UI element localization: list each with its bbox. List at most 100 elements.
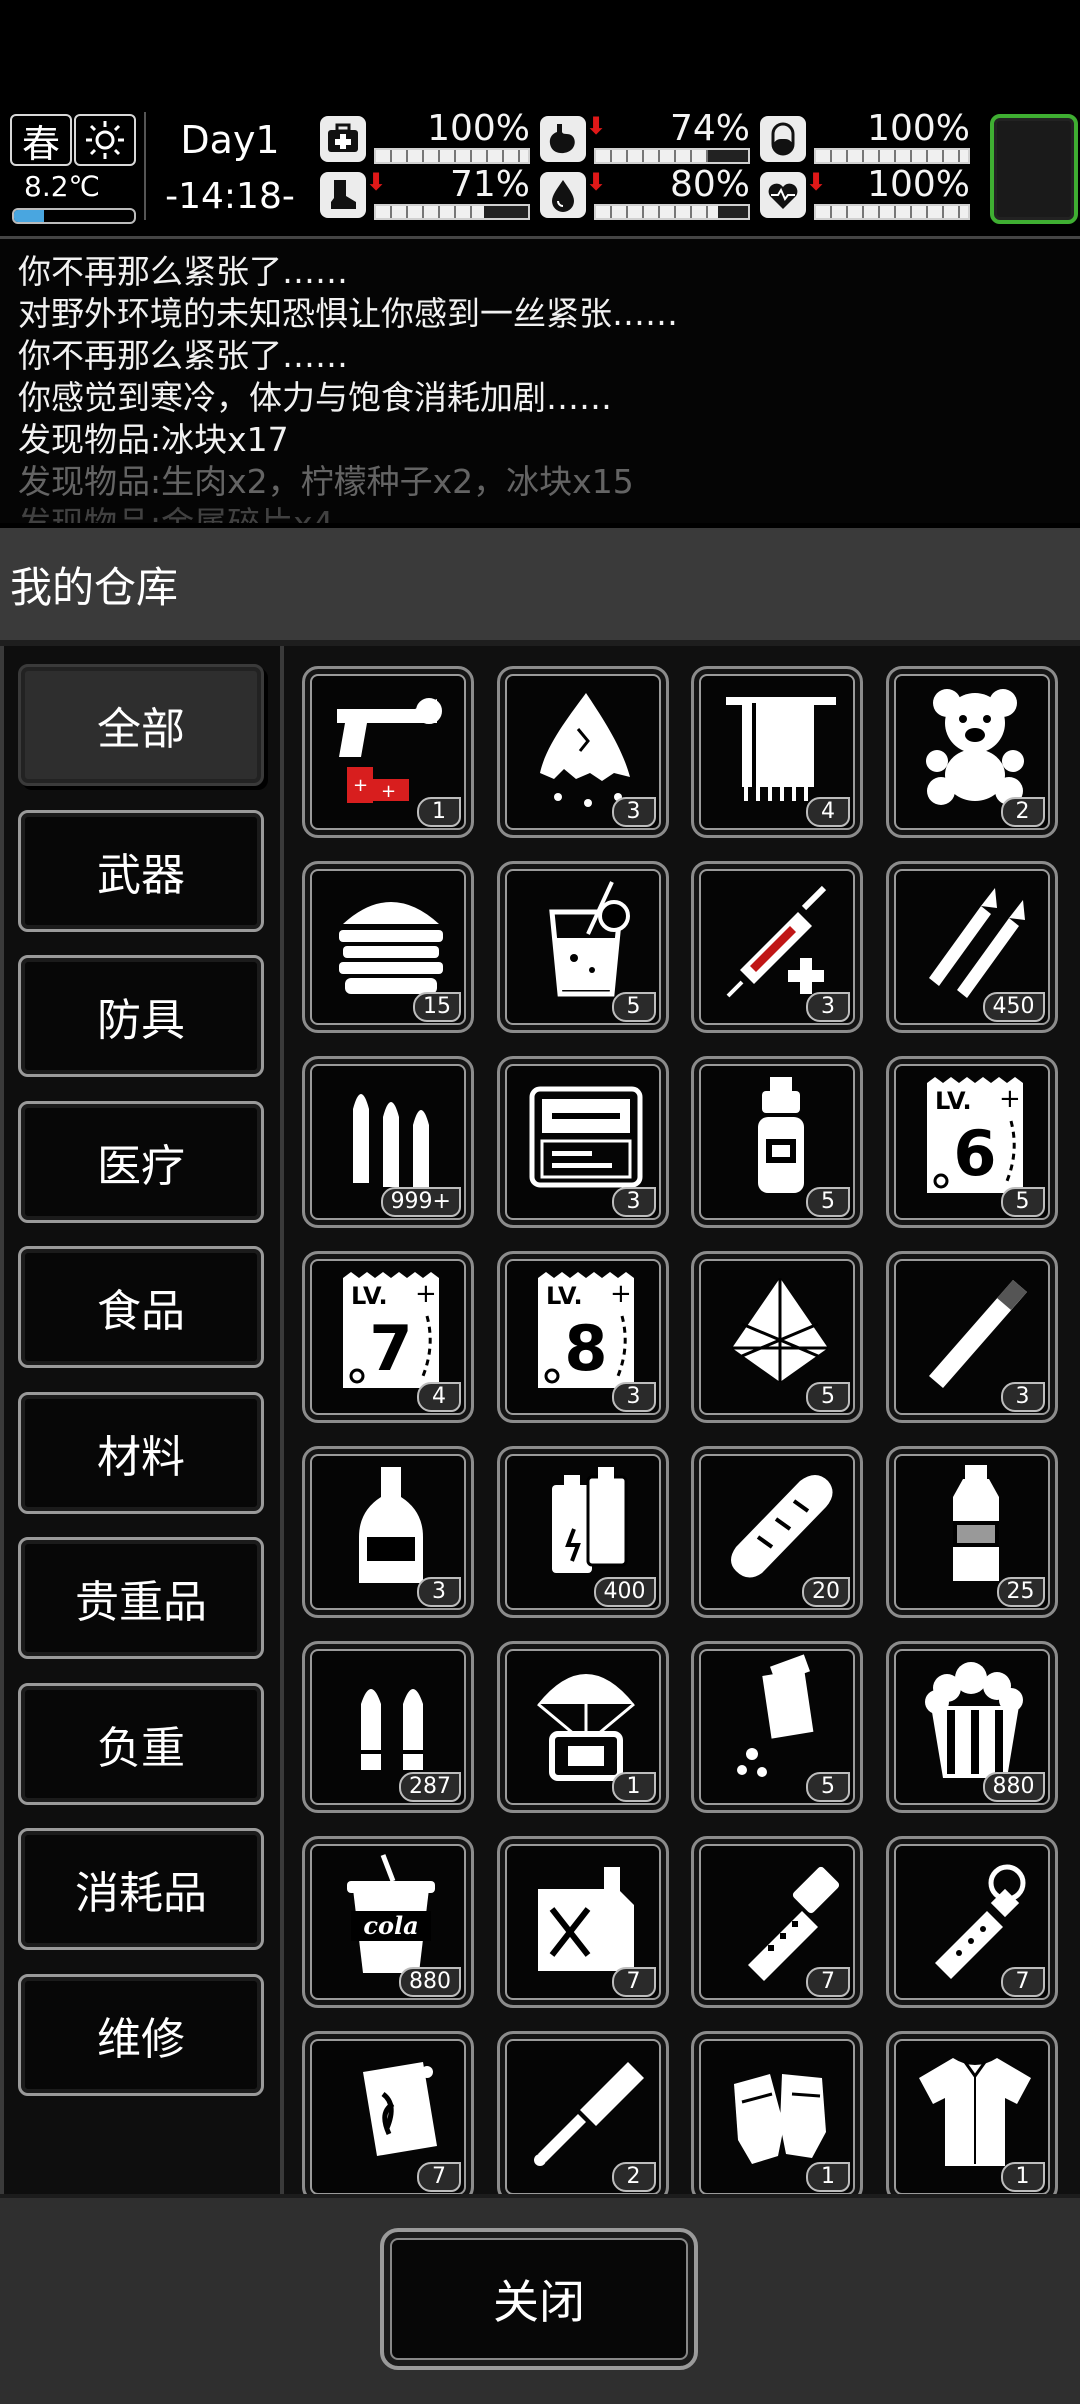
item-count: 3 bbox=[611, 797, 656, 827]
rag-cloth-icon bbox=[539, 693, 630, 807]
item-count: 5 bbox=[611, 992, 656, 1022]
inventory-slot[interactable]: 1 bbox=[691, 2031, 863, 2194]
event-log: 你不再那么紧张了…… 对野外环境的未知恐惧让你感到一丝紧张…… 你不再那么紧张了……… bbox=[0, 236, 1080, 523]
inventory-slot[interactable]: 400 bbox=[496, 1446, 669, 1618]
inventory-slot[interactable]: LV. +6 5 bbox=[885, 1056, 1058, 1228]
lemonade-icon bbox=[548, 881, 630, 997]
inventory-slot[interactable]: 1 bbox=[885, 2031, 1058, 2194]
category-tab[interactable]: 材料 bbox=[18, 1391, 264, 1514]
inventory-slot[interactable]: 15 bbox=[302, 861, 474, 1033]
pill-bottle-icon bbox=[737, 1654, 814, 1777]
stat-fill bbox=[376, 150, 528, 162]
inventory-slot[interactable]: 287 bbox=[302, 1641, 474, 1813]
inventory-slot[interactable]: 7 bbox=[691, 1836, 863, 2008]
towel-icon bbox=[726, 697, 836, 801]
category-tab[interactable]: 贵重品 bbox=[18, 1537, 264, 1659]
status-bar: 春 8.2℃ Day1 -14:18- 100% ⬇ 74% 100% ⬇ 71% ⬇ 80%… bbox=[0, 108, 1080, 226]
equipment-slot[interactable] bbox=[990, 114, 1078, 224]
inventory-slot[interactable]: + +1 bbox=[302, 666, 474, 838]
stat-spirit: ⬇ 100% bbox=[760, 164, 970, 222]
item-count: 450 bbox=[982, 992, 1045, 1022]
svg-text:LV.: LV. bbox=[546, 1282, 583, 1310]
inventory-slot[interactable]: 7 bbox=[885, 1836, 1058, 2008]
spray-bottle-icon bbox=[758, 1077, 804, 1193]
inventory-slot[interactable]: 3 bbox=[496, 1056, 669, 1228]
log-line: 你不再那么紧张了…… bbox=[18, 336, 348, 375]
panel-title: 我的仓库 bbox=[10, 563, 179, 612]
item-count: 5 bbox=[806, 1382, 850, 1412]
item-count: 7 bbox=[1000, 1967, 1045, 1997]
inventory-slot[interactable]: 999+ bbox=[302, 1056, 474, 1228]
pill-icon bbox=[760, 116, 806, 162]
inventory-slot[interactable]: 25 bbox=[885, 1446, 1058, 1618]
item-count: 20 bbox=[802, 1577, 850, 1607]
inventory-slot[interactable]: 3 bbox=[885, 1251, 1058, 1423]
stun-grenade-icon bbox=[934, 1864, 1025, 1979]
grenade-icon bbox=[748, 1866, 840, 1981]
panel-footer: 关闭 bbox=[0, 2194, 1080, 2404]
heart-icon bbox=[760, 172, 806, 218]
inventory-slot[interactable]: 3 bbox=[496, 666, 669, 838]
medkit-icon bbox=[320, 116, 366, 162]
season-badge: 春 bbox=[10, 114, 72, 166]
inventory-slot[interactable]: 2 bbox=[496, 2031, 669, 2194]
category-tab[interactable]: 医疗 bbox=[18, 1100, 264, 1223]
inventory-slot[interactable]: 3 bbox=[691, 861, 863, 1033]
inventory-slot[interactable]: 3 bbox=[302, 1446, 474, 1618]
svg-text:+: + bbox=[999, 1084, 1021, 1114]
item-count: 3 bbox=[611, 1187, 656, 1217]
inventory-slot[interactable]: 5 bbox=[691, 1251, 863, 1423]
inventory-slot[interactable]: 450 bbox=[885, 861, 1058, 1033]
inventory-slot[interactable]: 880 bbox=[885, 1641, 1058, 1813]
item-count: 287 bbox=[399, 1772, 461, 1802]
stat-health: 100% bbox=[320, 108, 530, 166]
inventory-slot[interactable]: 1 bbox=[496, 1641, 669, 1813]
stat-fill bbox=[596, 150, 709, 162]
inventory-slot[interactable]: 7 bbox=[302, 2031, 474, 2194]
rifle-rounds-icon bbox=[928, 888, 1025, 998]
bread-icon bbox=[731, 1475, 833, 1578]
inventory-slot[interactable]: 5 bbox=[496, 861, 669, 1033]
inventory-slot[interactable]: 5 bbox=[691, 1056, 863, 1228]
stat-fill bbox=[816, 206, 968, 218]
category-tab[interactable]: 武器 bbox=[18, 809, 264, 932]
item-count: 7 bbox=[417, 2162, 461, 2192]
stat-value: 74% bbox=[669, 108, 750, 149]
stat-value: 100% bbox=[867, 164, 970, 205]
decrease-arrow-icon: ⬇ bbox=[586, 112, 607, 140]
inventory-slot[interactable]: 5 bbox=[691, 1641, 863, 1813]
burger-icon bbox=[339, 902, 443, 994]
category-tab[interactable]: 防具 bbox=[18, 955, 264, 1077]
category-tab[interactable]: 全部 bbox=[18, 664, 264, 786]
blueprint-lv8-icon: LV. +8 bbox=[537, 1272, 634, 1388]
inventory-slot[interactable]: 7 bbox=[496, 1836, 669, 2008]
inventory-slot[interactable]: 2 bbox=[885, 666, 1058, 838]
decrease-arrow-icon: ⬇ bbox=[586, 168, 607, 196]
inventory-slot[interactable]: LV. +8 3 bbox=[496, 1251, 669, 1423]
category-tab[interactable]: 维修 bbox=[18, 1973, 264, 2096]
syringe-icon bbox=[726, 885, 827, 998]
blueprint-lv6-icon: LV. +6 bbox=[926, 1077, 1023, 1193]
close-button[interactable]: 关闭 bbox=[380, 2228, 698, 2370]
inventory-slot[interactable]: 4 bbox=[691, 666, 863, 838]
category-tab[interactable]: 消耗品 bbox=[18, 1828, 264, 1950]
log-line: 对野外环境的未知恐惧让你感到一丝紧张…… bbox=[18, 294, 678, 333]
item-count: 5 bbox=[806, 1772, 850, 1802]
inventory-slot[interactable]: 20 bbox=[691, 1446, 863, 1618]
item-count: 3 bbox=[1000, 1382, 1045, 1412]
flare-gun-icon: + + bbox=[337, 698, 442, 803]
airdrop-crate-icon bbox=[536, 1674, 635, 1781]
svg-text:6: 6 bbox=[953, 1117, 996, 1190]
inventory-slot[interactable]: LV. +7 4 bbox=[302, 1251, 474, 1423]
pistol-rounds-icon bbox=[361, 1689, 423, 1770]
item-count: 880 bbox=[399, 1967, 461, 1997]
item-count: 4 bbox=[806, 797, 850, 827]
decrease-arrow-icon: ⬇ bbox=[806, 168, 827, 196]
item-count: 7 bbox=[611, 1967, 656, 1997]
category-tab[interactable]: 食品 bbox=[18, 1246, 264, 1368]
category-tab[interactable]: 负重 bbox=[18, 1682, 264, 1805]
stat-satiety: ⬇ 74% bbox=[540, 108, 750, 166]
inventory-slot[interactable]: cola 880 bbox=[302, 1836, 474, 2008]
svg-text:LV.: LV. bbox=[935, 1087, 972, 1115]
stat-value: 100% bbox=[427, 108, 530, 149]
